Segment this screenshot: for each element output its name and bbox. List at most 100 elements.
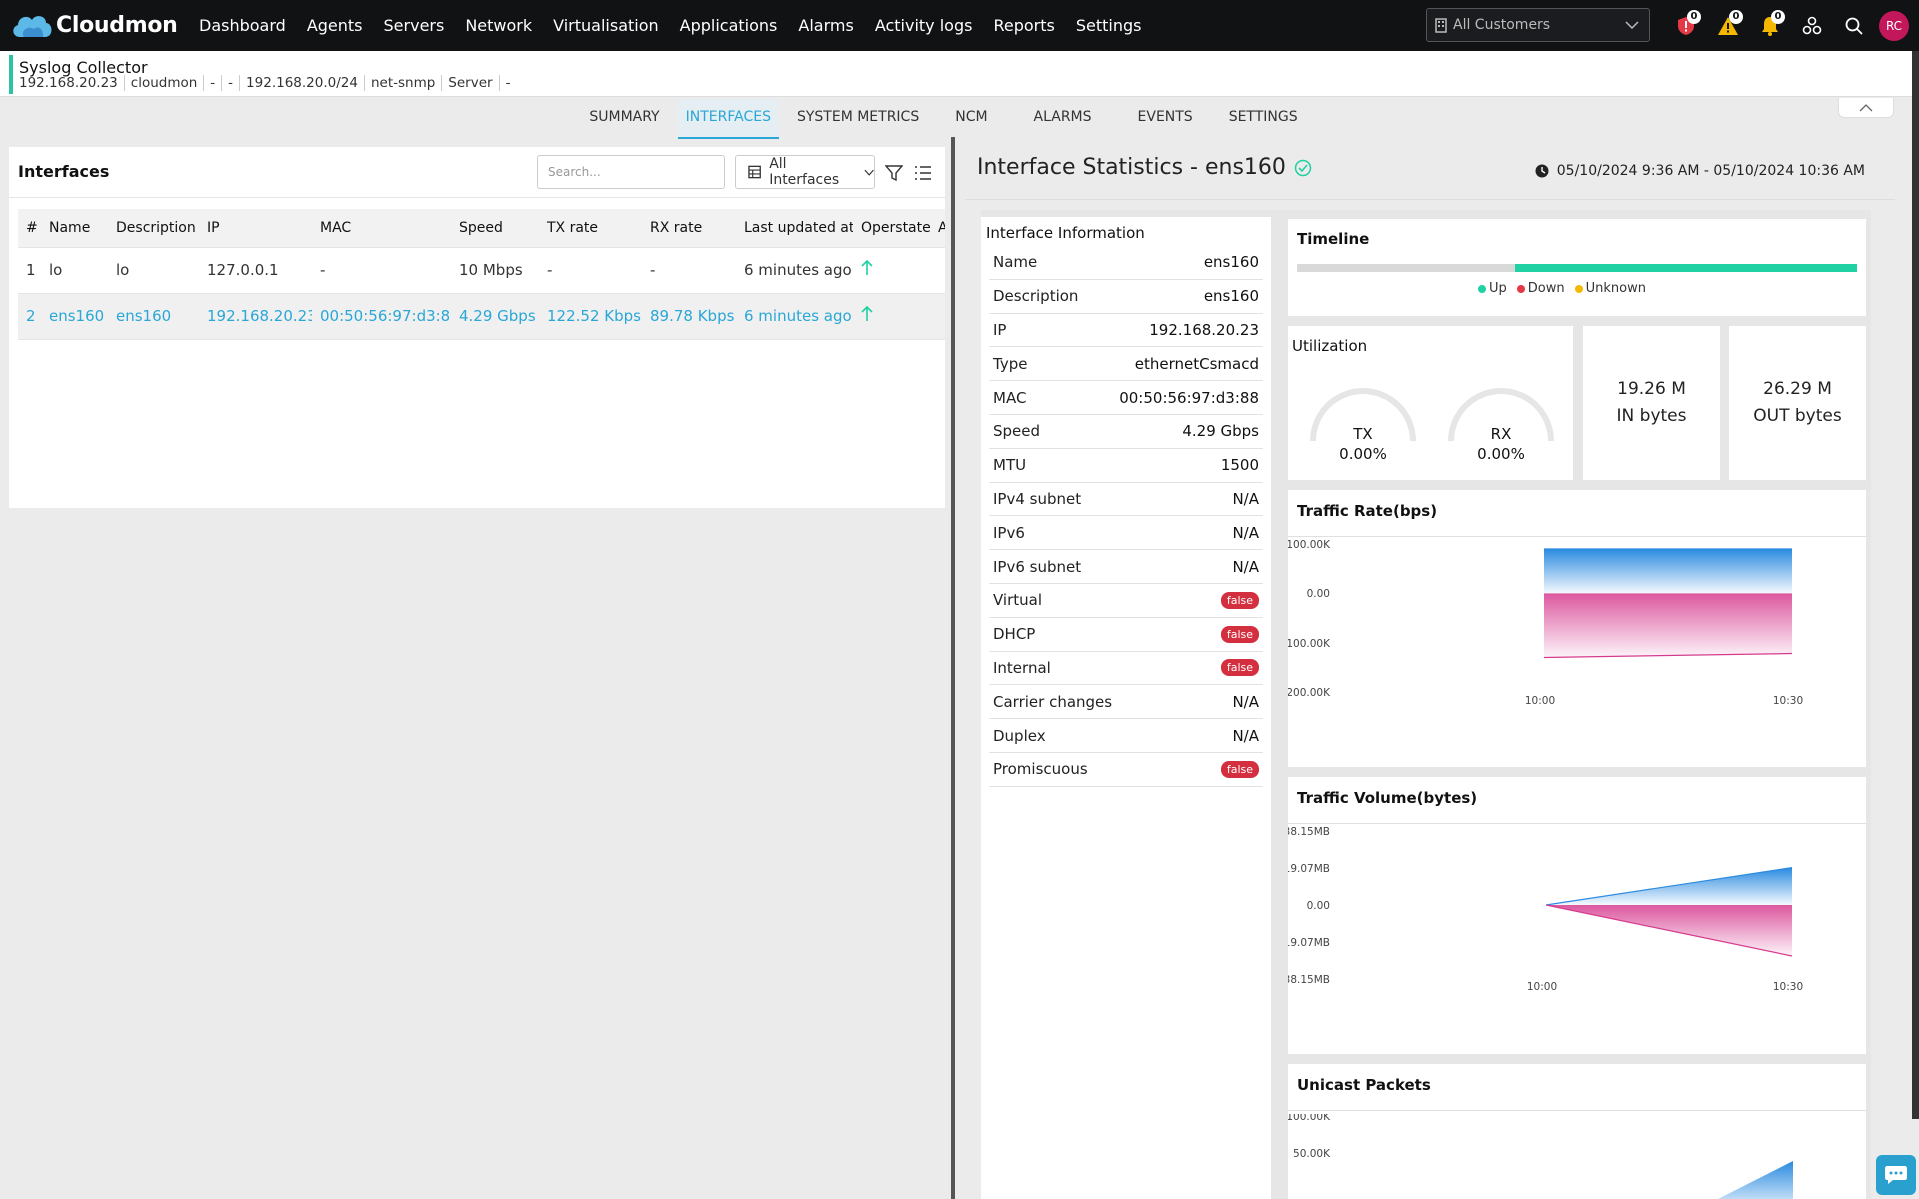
boolean-badge: false [1220,760,1259,778]
x-tick-label: 10:30 [1773,695,1803,707]
page-scrollbar[interactable] [1912,51,1919,1119]
notifications-button[interactable]: 0 [1749,0,1791,51]
cell-last-updated: 6 minutes ago [736,247,853,294]
statistics-title-wrap: Interface Statistics - ens160 [977,155,1312,180]
column-header[interactable]: RX rate [642,209,736,248]
filter-button[interactable] [883,162,905,184]
legend-item-up[interactable]: Up [1478,281,1507,296]
nav-applications[interactable]: Applications [680,16,778,35]
tab-ncm[interactable]: NCM [937,99,1005,139]
tab-summary[interactable]: SUMMARY [581,99,667,139]
user-avatar[interactable]: RC [1879,10,1909,41]
column-settings-button[interactable] [912,162,934,184]
check-circle-icon [1294,159,1312,176]
column-header[interactable]: IP [199,209,312,248]
column-header[interactable]: TX rate [539,209,642,248]
legend-label: Down [1527,281,1565,296]
cell-name: lo [41,247,108,294]
column-header[interactable]: A [930,209,945,248]
column-header[interactable]: Last updated at [736,209,853,248]
nav-agents[interactable]: Agents [307,16,363,35]
tab-settings[interactable]: SETTINGS [1221,99,1306,139]
table-row-selected[interactable]: 2 ens160 ens160 192.168.20.23 00:50:56:9… [18,293,945,340]
info-value: N/A [1232,489,1259,508]
time-range[interactable]: 05/10/2024 9:36 AM - 05/10/2024 10:36 AM [1535,163,1865,179]
security-alerts-button[interactable]: 0 [1665,0,1707,51]
table-icon [748,165,761,179]
nav-alarms[interactable]: Alarms [798,16,853,35]
info-value: 192.168.20.23 [1149,320,1259,339]
info-row: IP 192.168.20.23 [989,314,1263,348]
brand-logo[interactable]: Cloudmon [10,11,178,41]
cell-name: ens160 [41,293,108,340]
column-header[interactable]: Speed [451,209,539,248]
nav-settings[interactable]: Settings [1076,16,1142,35]
legend-item-unknown[interactable]: Unknown [1574,281,1646,296]
cell-description: ens160 [108,293,199,340]
nav-virtualisation[interactable]: Virtualisation [553,16,659,35]
column-header[interactable]: Operstate [853,209,930,248]
x-tick-label: 10:00 [1525,695,1555,707]
info-value: ens160 [1203,287,1259,306]
info-value: N/A [1232,523,1259,542]
tab-interfaces[interactable]: INTERFACES [677,99,779,139]
info-key: IPv6 [993,523,1025,542]
panel-resize-handle[interactable] [951,137,955,1199]
y-tick-label: 19.07MB [1288,863,1330,875]
legend-dot [1516,284,1525,293]
unicast-packets-chart[interactable]: 100.00K 50.00K [1288,1114,1866,1199]
nav-activity-logs[interactable]: Activity logs [875,16,973,35]
integrations-button[interactable] [1791,0,1833,51]
building-icon [1435,17,1447,33]
info-key: MAC [993,388,1027,407]
interfaces-search-input[interactable]: Search... [537,155,725,189]
device-collector: net-snmp [363,75,441,91]
legend-dot [1478,284,1486,293]
interfaces-filter-select[interactable]: All Interfaces [735,155,875,189]
list-settings-icon [915,166,931,180]
traffic-volume-chart[interactable]: 38.15MB 19.07MB 0.00 19.07MB 38.15MB 10:00 10:… [1288,827,1866,1054]
info-key: Description [993,287,1079,306]
device-header: Syslog Collector 192.168.20.23 cloudmon … [0,51,1919,97]
device-tabs: SUMMARY INTERFACES SYSTEM METRICS NCM AL… [0,99,1900,139]
info-value: 00:50:56:97:d3:88 [1119,388,1259,407]
boolean-badge: false [1220,659,1259,677]
nav-servers[interactable]: Servers [384,16,445,35]
tab-system-metrics[interactable]: SYSTEM METRICS [789,99,927,139]
timeline-bar[interactable] [1297,264,1857,272]
column-header[interactable]: Name [41,209,108,248]
info-key: Promiscuous [993,760,1088,779]
info-row: Carrier changes N/A [989,685,1263,720]
device-hostname: cloudmon [123,75,204,91]
device-ip: 192.168.20.23 [19,75,118,91]
cell-mac: 00:50:56:97:d3:88 [312,293,451,340]
utilization-title: Utilization [1292,337,1368,355]
info-value: ens160 [1203,253,1259,272]
timeline-title: Timeline [1297,230,1370,248]
search-button[interactable] [1833,0,1875,51]
column-header[interactable]: Description [108,209,199,248]
nav-reports[interactable]: Reports [993,16,1054,35]
nav-dashboard[interactable]: Dashboard [199,16,286,35]
warnings-button[interactable]: 0 [1707,0,1749,51]
traffic-rate-chart[interactable]: 100.00K 0.00 100.00K 200.00K 10:00 10:30 [1288,540,1866,767]
legend-item-down[interactable]: Down [1516,281,1565,296]
in-bytes-card: 19.26 M IN bytes [1583,326,1720,480]
info-row: MAC 00:50:56:97:d3:88 [989,381,1263,415]
nav-network[interactable]: Network [465,16,532,35]
chat-button[interactable] [1876,1155,1916,1195]
column-header[interactable]: # [18,209,41,248]
cell-operstate [853,293,930,340]
tab-events[interactable]: EVENTS [1120,99,1211,139]
boolean-badge: false [1220,625,1259,643]
info-key: IPv6 subnet [993,557,1082,576]
rx-gauge-value: 0.00% [1477,445,1525,463]
chart-title: Traffic Volume(bytes) [1297,789,1478,807]
tab-alarms[interactable]: ALARMS [1016,99,1110,139]
column-header[interactable]: MAC [312,209,451,248]
customer-select[interactable]: All Customers [1426,8,1650,42]
info-key: DHCP [993,625,1036,644]
y-tick-label: 100.00K [1288,1114,1331,1123]
y-tick-label: 0.00 [1307,588,1330,600]
table-row[interactable]: 1 lo lo 127.0.0.1 - 10 Mbps - - 6 minute… [18,247,945,294]
